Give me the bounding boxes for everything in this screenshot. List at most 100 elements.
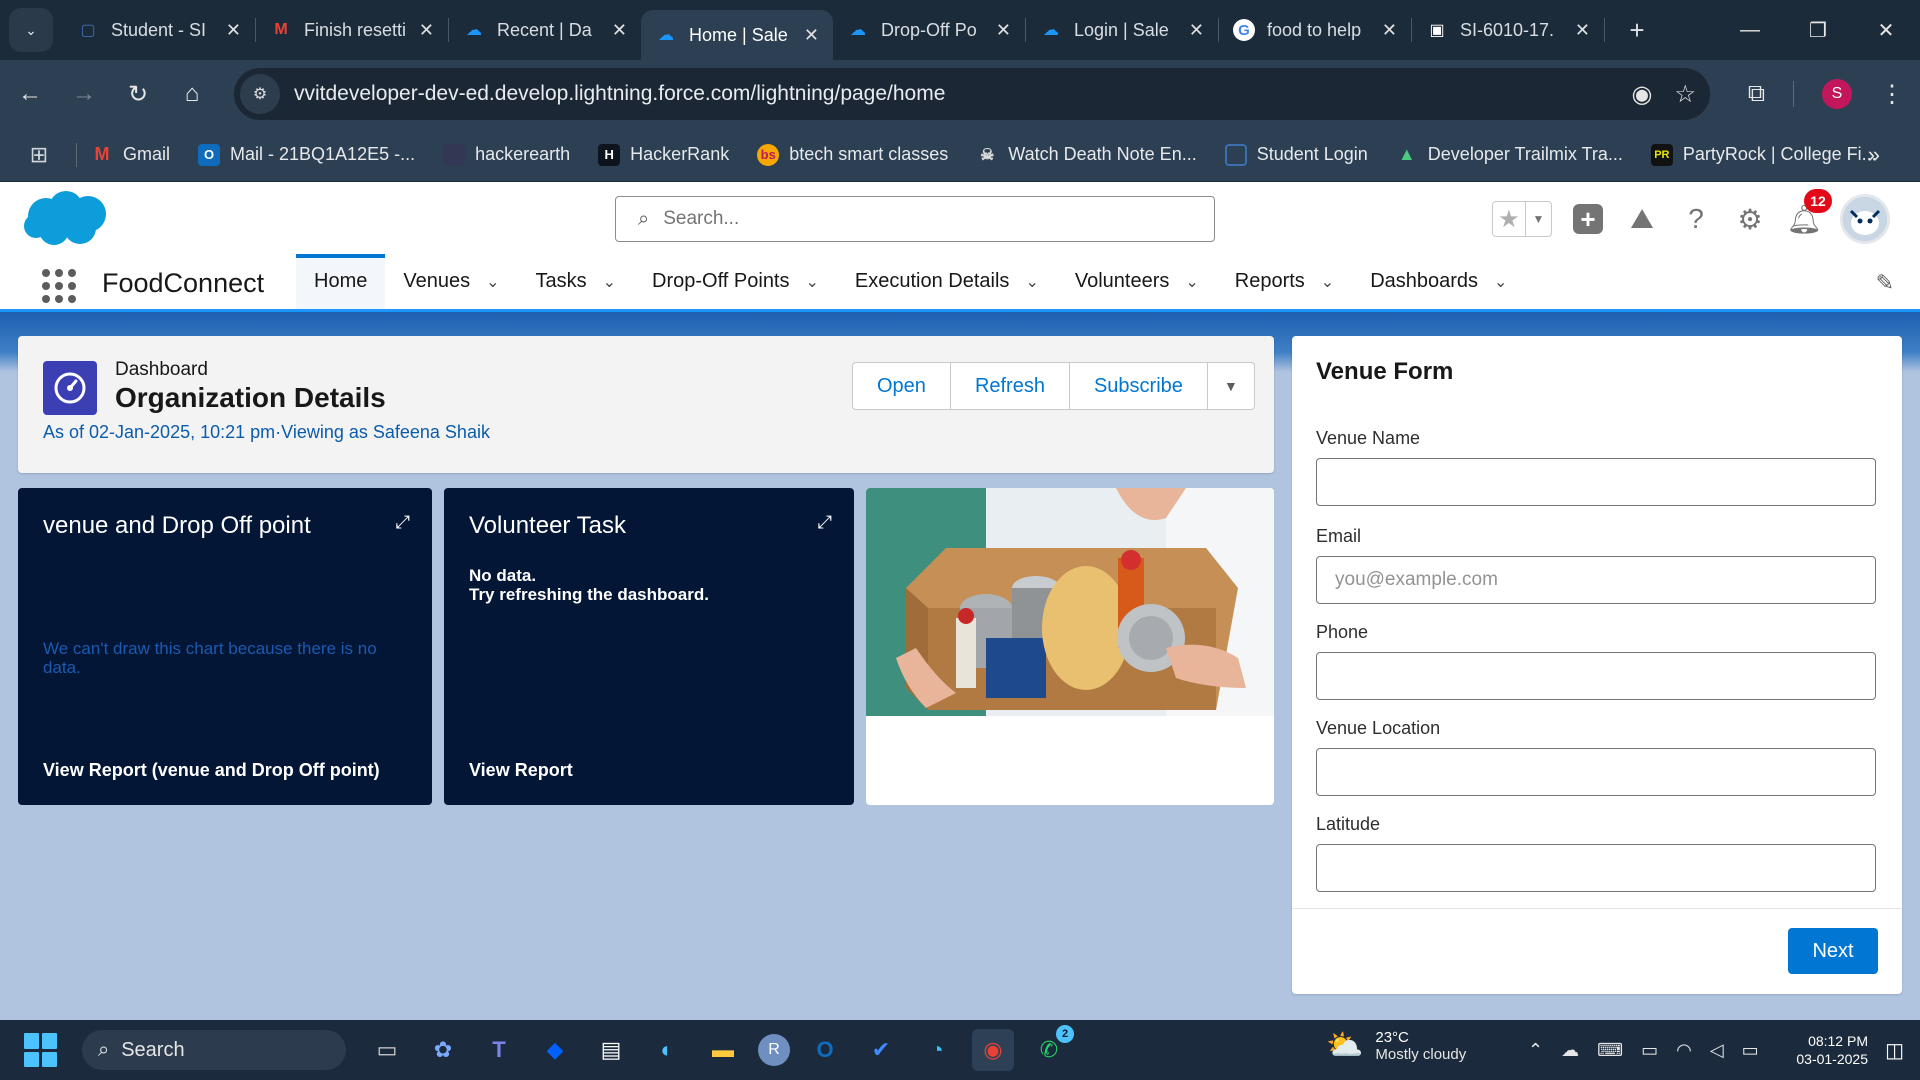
browser-tab[interactable]: ☁ Login | Sale ✕ — [1026, 8, 1218, 52]
bookmark-hackerearth[interactable]: hackerearth — [443, 143, 570, 166]
tab-close-icon[interactable]: ✕ — [1189, 20, 1204, 41]
r-app-icon[interactable]: R — [758, 1034, 790, 1066]
open-button[interactable]: Open — [852, 362, 951, 410]
browser-tab[interactable]: G food to help ✕ — [1219, 8, 1411, 52]
chevron-down-icon[interactable]: ⌄ — [1494, 272, 1507, 292]
nav-tab-execution-details[interactable]: Execution Details ⌄ — [837, 254, 1057, 309]
keyboard-icon[interactable]: ⌨ — [1597, 1040, 1623, 1061]
view-report-link[interactable]: View Report — [469, 760, 573, 781]
chevron-down-icon[interactable]: ⌄ — [806, 272, 819, 292]
bookmark-star-icon[interactable]: ☆ — [1674, 80, 1696, 109]
tab-search-chevron-icon[interactable]: ⌄ — [9, 8, 53, 52]
tab-close-icon[interactable]: ✕ — [996, 20, 1011, 41]
expand-icon[interactable]: ⤢ — [396, 512, 410, 533]
phone-input[interactable] — [1316, 652, 1876, 700]
help-icon[interactable]: ? — [1678, 201, 1714, 237]
outlook-icon[interactable]: O — [804, 1029, 846, 1071]
tips-icon[interactable]: ◐ — [646, 1029, 688, 1071]
teams-icon[interactable]: T — [478, 1029, 520, 1071]
profile-avatar[interactable]: S — [1822, 79, 1852, 109]
taskbar-clock[interactable]: 08:12 PM 03-01-2025 — [1796, 1032, 1868, 1068]
store-icon[interactable]: ▤ — [590, 1029, 632, 1071]
browser-tab[interactable]: ▢ Student - SI ✕ — [63, 8, 255, 52]
bookmark-gmail[interactable]: M Gmail — [91, 144, 171, 166]
new-tab-plus-icon[interactable]: + — [1617, 10, 1657, 50]
browser-tab[interactable]: ☁ Drop-Off Po ✕ — [833, 8, 1025, 52]
extensions-puzzle-icon[interactable]: ⧉ — [1748, 80, 1765, 108]
chevron-down-icon[interactable]: ⌄ — [603, 272, 616, 292]
notifications-bell-button[interactable]: 🔔︎ 12 — [1786, 189, 1832, 237]
bookmark-mail[interactable]: O Mail - 21BQ1A12E5 -... — [198, 143, 415, 166]
app-launcher-waffle-icon[interactable] — [42, 269, 76, 303]
address-bar[interactable]: ⚙ vvitdeveloper-dev-ed.develop.lightning… — [234, 68, 1710, 120]
home-icon[interactable]: ⌂ — [168, 70, 216, 118]
kebab-menu-icon[interactable]: ⋮ — [1880, 80, 1904, 109]
nav-tab-venues[interactable]: Venues ⌄ — [385, 254, 517, 309]
browser-tab[interactable]: M Finish resetti ✕ — [256, 8, 448, 52]
nav-tab-reports[interactable]: Reports ⌄ — [1217, 254, 1352, 309]
favorites-dropdown-icon[interactable]: ▼ — [1526, 202, 1551, 236]
dropbox-icon[interactable]: ◆ — [534, 1029, 576, 1071]
chrome-icon[interactable]: ◉ — [972, 1029, 1014, 1071]
bookmark-death-note[interactable]: ☠ Watch Death Note En... — [976, 144, 1197, 166]
bookmark-student-login[interactable]: Student Login — [1224, 143, 1368, 166]
venue-name-input[interactable] — [1316, 458, 1876, 506]
nav-tab-home[interactable]: Home — [296, 254, 386, 309]
battery-icon[interactable]: ▭ — [1742, 1040, 1759, 1061]
refresh-button[interactable]: Refresh — [949, 362, 1070, 410]
back-arrow-icon[interactable]: ← — [6, 70, 54, 118]
nav-tab-dashboards[interactable]: Dashboards ⌄ — [1352, 254, 1525, 309]
nav-tab-tasks[interactable]: Tasks ⌄ — [518, 254, 635, 309]
task-view-icon[interactable]: ▭ — [366, 1029, 408, 1071]
more-actions-dropdown-icon[interactable]: ▼ — [1206, 362, 1255, 410]
chevron-down-icon[interactable]: ⌄ — [1321, 272, 1334, 292]
file-explorer-icon[interactable]: ▬ — [702, 1029, 744, 1071]
forward-arrow-icon[interactable]: → — [60, 70, 108, 118]
bookmark-partyrock[interactable]: PR PartyRock | College Fi... — [1650, 143, 1877, 166]
nav-tab-volunteers[interactable]: Volunteers ⌄ — [1057, 254, 1217, 309]
bookmark-trailmix[interactable]: ▲ Developer Trailmix Tra... — [1396, 144, 1623, 166]
eye-icon[interactable]: ◉ — [1632, 80, 1653, 109]
tab-close-icon[interactable]: ✕ — [1575, 20, 1590, 41]
latitude-input[interactable] — [1316, 844, 1876, 892]
more-bookmarks-icon[interactable]: » — [1868, 128, 1880, 182]
apps-grid-icon[interactable]: ⊞ — [20, 136, 58, 174]
close-window-icon[interactable]: ✕ — [1852, 0, 1920, 60]
chevron-up-icon[interactable]: ⌃ — [1528, 1040, 1543, 1061]
windows-start-icon[interactable] — [24, 1033, 58, 1067]
expand-icon[interactable]: ⤢ — [818, 512, 832, 533]
global-search-box[interactable]: ⌕ Search... — [615, 196, 1215, 242]
weather-widget[interactable]: ⛅ 23°C Mostly cloudy — [1326, 1028, 1466, 1063]
bookmark-btech[interactable]: bs btech smart classes — [757, 143, 948, 166]
address-url[interactable]: vvitdeveloper-dev-ed.develop.lightning.f… — [294, 82, 945, 106]
nav-tab-drop-off-points[interactable]: Drop-Off Points ⌄ — [634, 254, 837, 309]
user-avatar[interactable] — [1840, 194, 1890, 244]
next-button[interactable]: Next — [1788, 928, 1878, 974]
tab-close-icon[interactable]: ✕ — [612, 20, 627, 41]
tab-close-icon[interactable]: ✕ — [226, 20, 241, 41]
trailhead-guidance-icon[interactable]: ⛰ — [1624, 201, 1660, 237]
tab-close-icon[interactable]: ✕ — [804, 25, 819, 46]
restore-icon[interactable]: ❐ — [1784, 0, 1852, 60]
wifi-icon[interactable]: ◠ — [1676, 1040, 1692, 1061]
favorite-star-icon[interactable]: ★ — [1493, 202, 1526, 236]
notification-center-icon[interactable]: ◫ — [1885, 1038, 1904, 1063]
reload-icon[interactable]: ↻ — [114, 70, 162, 118]
chevron-down-icon[interactable]: ⌄ — [1185, 272, 1198, 292]
view-report-link[interactable]: View Report (venue and Drop Off point) — [43, 760, 380, 781]
site-settings-icon[interactable]: ⚙ — [240, 74, 280, 114]
browser-tab[interactable]: ☁ Recent | Da ✕ — [449, 8, 641, 52]
edit-nav-pencil-icon[interactable]: ✎ — [1876, 270, 1894, 296]
tab-close-icon[interactable]: ✕ — [1382, 20, 1397, 41]
setup-gear-icon[interactable]: ⚙ — [1732, 201, 1768, 237]
copilot-icon[interactable]: ✿ — [422, 1029, 464, 1071]
minimize-icon[interactable]: — — [1716, 0, 1784, 60]
venue-location-input[interactable] — [1316, 748, 1876, 796]
browser-tab[interactable]: ▣ SI-6010-17. ✕ — [1412, 8, 1604, 52]
onedrive-cloud-icon[interactable]: ☁ — [1561, 1040, 1579, 1061]
edge-icon[interactable]: ◔ — [916, 1029, 958, 1071]
whatsapp-icon[interactable]: ✆ 2 — [1028, 1025, 1074, 1071]
volume-icon[interactable]: ◁ — [1710, 1040, 1724, 1061]
subscribe-button[interactable]: Subscribe — [1068, 362, 1208, 410]
chevron-down-icon[interactable]: ⌄ — [1025, 272, 1038, 292]
